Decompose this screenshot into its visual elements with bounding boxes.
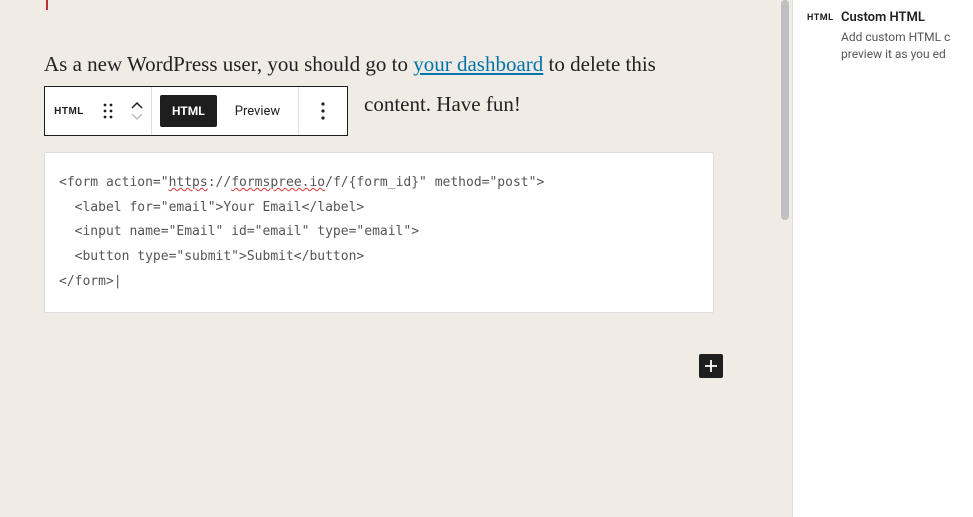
- paragraph-text: As a new WordPress user, you should go t…: [44, 52, 413, 76]
- block-toolbar: HTML HTML Preview: [44, 86, 348, 136]
- add-block-button[interactable]: [699, 354, 723, 378]
- block-card: HTML Custom HTML Add custom HTML c previ…: [793, 0, 973, 63]
- dashboard-link[interactable]: your dashboard: [413, 52, 543, 76]
- body-paragraph[interactable]: As a new WordPress user, you should go t…: [44, 48, 748, 82]
- block-description: Add custom HTML c preview it as you ed: [841, 29, 950, 63]
- vertical-scrollbar[interactable]: [780, 0, 790, 517]
- text-caret: |: [114, 274, 122, 289]
- more-options-button[interactable]: [299, 102, 347, 120]
- preview-tab[interactable]: Preview: [217, 87, 298, 135]
- editor-canvas: As a new WordPress user, you should go t…: [0, 0, 792, 517]
- move-controls: [123, 101, 151, 121]
- scrollbar-thumb[interactable]: [781, 0, 789, 220]
- paragraph-text: to delete this: [543, 52, 656, 76]
- custom-html-textarea[interactable]: <form action="https://formspree.io/f/{fo…: [44, 152, 714, 313]
- move-down-button[interactable]: [130, 111, 144, 121]
- block-title: Custom HTML: [841, 10, 950, 25]
- block-type-button[interactable]: HTML: [45, 87, 93, 135]
- paragraph-continuation: content. Have fun!: [364, 92, 521, 117]
- drag-handle-icon[interactable]: [93, 102, 123, 120]
- move-up-button[interactable]: [130, 101, 144, 111]
- html-tab[interactable]: HTML: [160, 95, 217, 127]
- text-caret: [46, 0, 48, 10]
- html-icon: HTML: [807, 13, 841, 23]
- inspector-sidebar: HTML Custom HTML Add custom HTML c previ…: [792, 0, 973, 517]
